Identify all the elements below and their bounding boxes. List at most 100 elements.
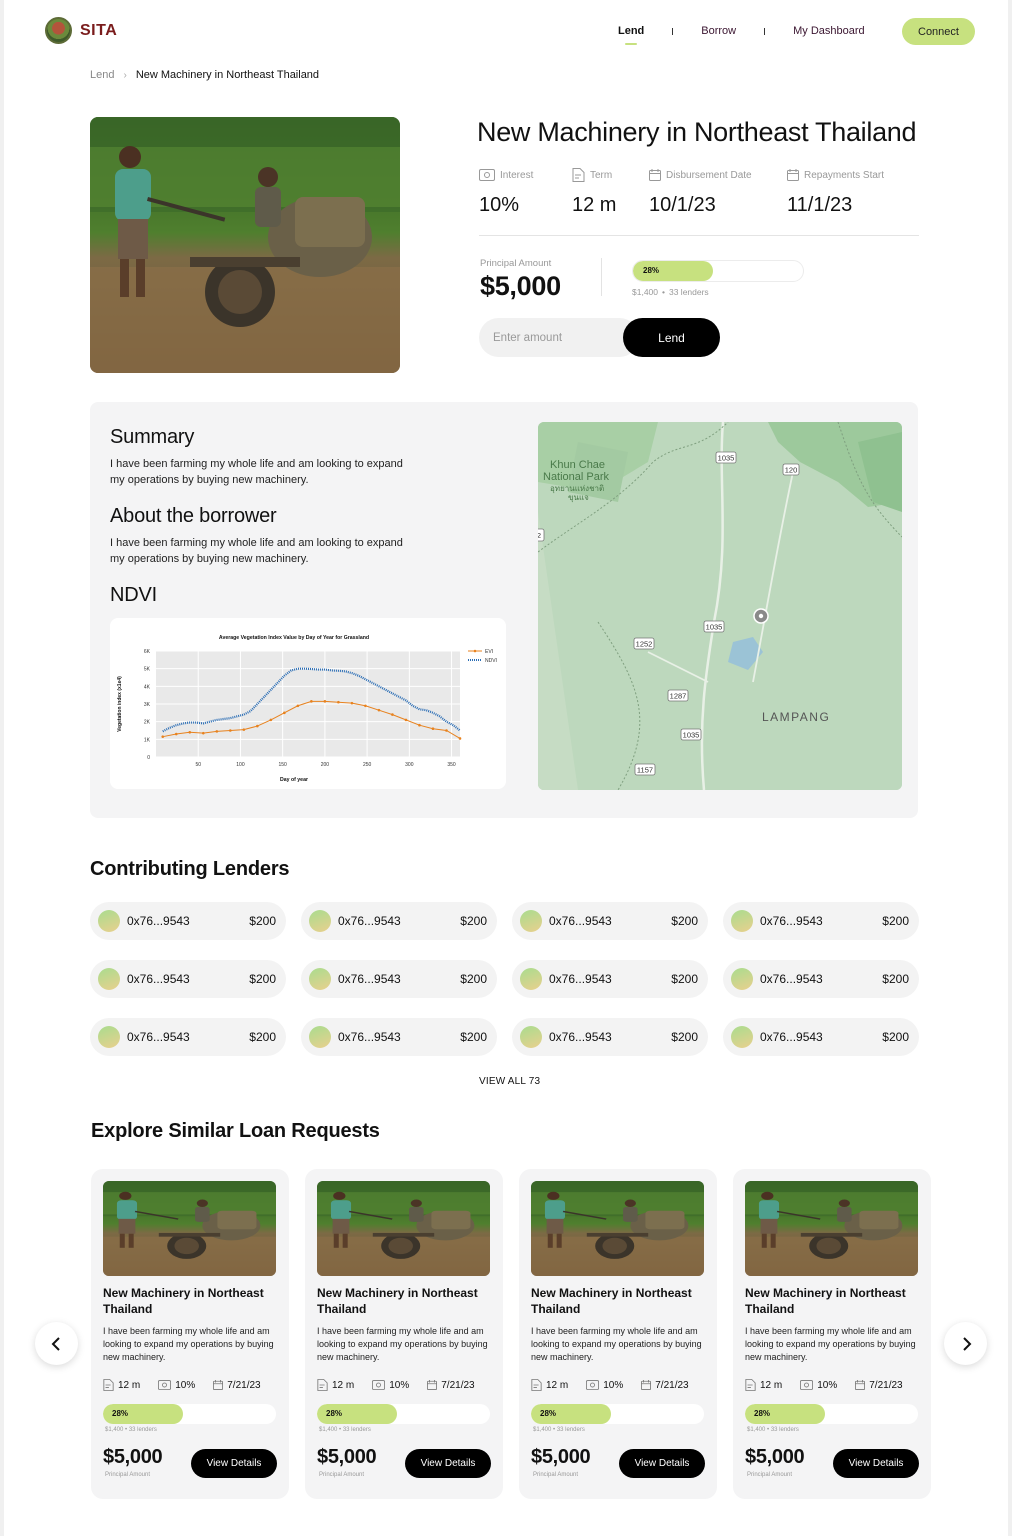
document-icon bbox=[531, 1379, 542, 1391]
loan-card-title: New Machinery in Northeast Thailand bbox=[531, 1286, 692, 1316]
map-park-label-thai: อุทยานแห่งชาติ bbox=[550, 484, 604, 493]
lender-chip[interactable]: 0x76...9543 $200 bbox=[512, 960, 708, 998]
loan-card-term: 12 m bbox=[760, 1379, 783, 1391]
view-details-button[interactable]: View Details bbox=[405, 1449, 491, 1478]
view-details-button[interactable]: View Details bbox=[619, 1449, 705, 1478]
chart-point-evi bbox=[391, 713, 394, 716]
lender-address: 0x76...9543 bbox=[760, 1030, 823, 1044]
breadcrumb: Lend › New Machinery in Northeast Thaila… bbox=[90, 69, 319, 81]
chart-point-evi bbox=[418, 723, 421, 727]
loan-card-price-label: Principal Amount bbox=[747, 1472, 793, 1478]
map-city-label: LAMPANG bbox=[762, 710, 830, 724]
loan-card-description: I have been farming my whole life and am… bbox=[745, 1326, 916, 1362]
chart-point-evi bbox=[229, 729, 232, 732]
lender-chip[interactable]: 0x76...9543 $200 bbox=[90, 1018, 286, 1056]
lender-chip[interactable]: 0x76...9543 $200 bbox=[512, 902, 708, 940]
loan-card-term: 12 m bbox=[118, 1379, 141, 1391]
view-all-lenders[interactable]: VIEW ALL 73 bbox=[479, 1076, 540, 1087]
loan-card-percent: 28% bbox=[540, 1409, 557, 1418]
nav-borrow[interactable]: Borrow bbox=[697, 25, 740, 37]
road-shield: 120 bbox=[782, 463, 800, 476]
loan-card-title: New Machinery in Northeast Thailand bbox=[317, 1286, 478, 1316]
road-shield: 1252 bbox=[633, 637, 655, 650]
view-details-button[interactable]: View Details bbox=[191, 1449, 277, 1478]
loan-card-percent: 28% bbox=[754, 1409, 771, 1418]
loan-card-price: $5,000 bbox=[317, 1446, 377, 1468]
lender-chip[interactable]: 0x76...9543 $200 bbox=[90, 902, 286, 940]
nav-divider bbox=[764, 27, 766, 35]
svg-text:2: 2 bbox=[538, 531, 541, 540]
lender-amount: $200 bbox=[671, 972, 698, 986]
chart-x-tick: 150 bbox=[278, 762, 287, 768]
loan-card-price: $5,000 bbox=[745, 1446, 805, 1468]
calendar-icon bbox=[649, 169, 661, 181]
road-shield: 2 bbox=[538, 528, 545, 542]
connect-button[interactable]: Connect bbox=[902, 18, 975, 45]
principal-label: Principal Amount bbox=[480, 258, 552, 269]
view-details-button[interactable]: View Details bbox=[833, 1449, 919, 1478]
progress-percent: 28% bbox=[643, 266, 660, 275]
road-shield: 1035 bbox=[703, 620, 725, 633]
lender-chip[interactable]: 0x76...9543 $200 bbox=[301, 1018, 497, 1056]
breadcrumb-lend[interactable]: Lend bbox=[90, 69, 114, 81]
chart-y-tick: 2K bbox=[144, 720, 151, 726]
loan-card-meta: 12 m 10% 7/21/23 bbox=[531, 1379, 689, 1391]
loan-card-progress: 28% bbox=[317, 1404, 490, 1424]
document-icon bbox=[103, 1379, 114, 1391]
lender-amount: $200 bbox=[882, 914, 909, 928]
bullet: • bbox=[662, 287, 665, 297]
loan-card-meta: 12 m 10% 7/21/23 bbox=[317, 1379, 475, 1391]
loan-card[interactable]: New Machinery in Northeast Thailand I hav… bbox=[733, 1169, 931, 1499]
lender-chip[interactable]: 0x76...9543 $200 bbox=[723, 960, 919, 998]
about-text: I have been farming my whole life and am… bbox=[110, 537, 403, 565]
lender-chip[interactable]: 0x76...9543 $200 bbox=[301, 902, 497, 940]
chart-point-evi bbox=[377, 708, 381, 712]
stat-label: Interest bbox=[500, 169, 534, 181]
nav-lend[interactable]: Lend bbox=[614, 25, 648, 37]
map-park-label: Khun Chae bbox=[550, 459, 605, 471]
map-pin-icon[interactable] bbox=[753, 608, 769, 624]
loan-card-date: 7/21/23 bbox=[655, 1379, 689, 1391]
carousel-prev-button[interactable] bbox=[35, 1322, 78, 1365]
nav-divider bbox=[672, 27, 674, 35]
amount-input[interactable] bbox=[479, 318, 639, 357]
stat-value: 10% bbox=[479, 194, 520, 216]
nav-my-dashboard[interactable]: My Dashboard bbox=[789, 25, 869, 37]
logo[interactable]: SITA bbox=[45, 17, 117, 44]
loan-card-title: New Machinery in Northeast Thailand bbox=[103, 1286, 264, 1316]
lender-chip[interactable]: 0x76...9543 $200 bbox=[723, 902, 919, 940]
map-park-label-thai: ขุนแจ bbox=[568, 493, 589, 502]
lender-chip[interactable]: 0x76...9543 $200 bbox=[723, 1018, 919, 1056]
document-icon bbox=[745, 1379, 756, 1391]
map-canvas: Khun Chae National Park อุทยานแห่งชาติ ข… bbox=[538, 422, 902, 790]
svg-text:1252: 1252 bbox=[636, 640, 653, 649]
stat-value: 11/1/23 bbox=[787, 194, 853, 216]
stat-value: 12 m bbox=[572, 194, 617, 216]
lender-chip[interactable]: 0x76...9543 $200 bbox=[90, 960, 286, 998]
divider bbox=[601, 258, 602, 296]
funding-progress: 28% $1,400 • 33 lenders bbox=[632, 260, 804, 297]
lender-address: 0x76...9543 bbox=[338, 972, 401, 986]
loan-card-description: I have been farming my whole life and am… bbox=[317, 1326, 488, 1362]
loan-card[interactable]: New Machinery in Northeast Thailand I hav… bbox=[519, 1169, 717, 1499]
stat-interest: Interest 10% bbox=[479, 168, 533, 217]
carousel-next-button[interactable] bbox=[944, 1322, 987, 1365]
location-map[interactable]: Khun Chae National Park อุทยานแห่งชาติ ข… bbox=[538, 422, 902, 790]
lender-chip[interactable]: 0x76...9543 $200 bbox=[512, 1018, 708, 1056]
chart-point-evi bbox=[201, 731, 205, 735]
money-icon bbox=[372, 1380, 386, 1390]
chart-y-tick: 4K bbox=[144, 684, 151, 690]
lender-address: 0x76...9543 bbox=[127, 972, 190, 986]
lender-chip[interactable]: 0x76...9543 $200 bbox=[301, 960, 497, 998]
loan-card[interactable]: New Machinery in Northeast Thailand I hav… bbox=[91, 1169, 289, 1499]
lender-amount: $200 bbox=[671, 1030, 698, 1044]
money-icon bbox=[479, 169, 495, 181]
lender-address: 0x76...9543 bbox=[549, 1030, 612, 1044]
loan-card-photo bbox=[531, 1181, 704, 1276]
lend-button[interactable]: Lend bbox=[623, 318, 720, 357]
road-shield: 1287 bbox=[667, 689, 689, 702]
lender-address: 0x76...9543 bbox=[549, 914, 612, 928]
chart-point-evi bbox=[364, 704, 367, 708]
loan-card-interest: 10% bbox=[175, 1379, 196, 1391]
loan-card[interactable]: New Machinery in Northeast Thailand I hav… bbox=[305, 1169, 503, 1499]
